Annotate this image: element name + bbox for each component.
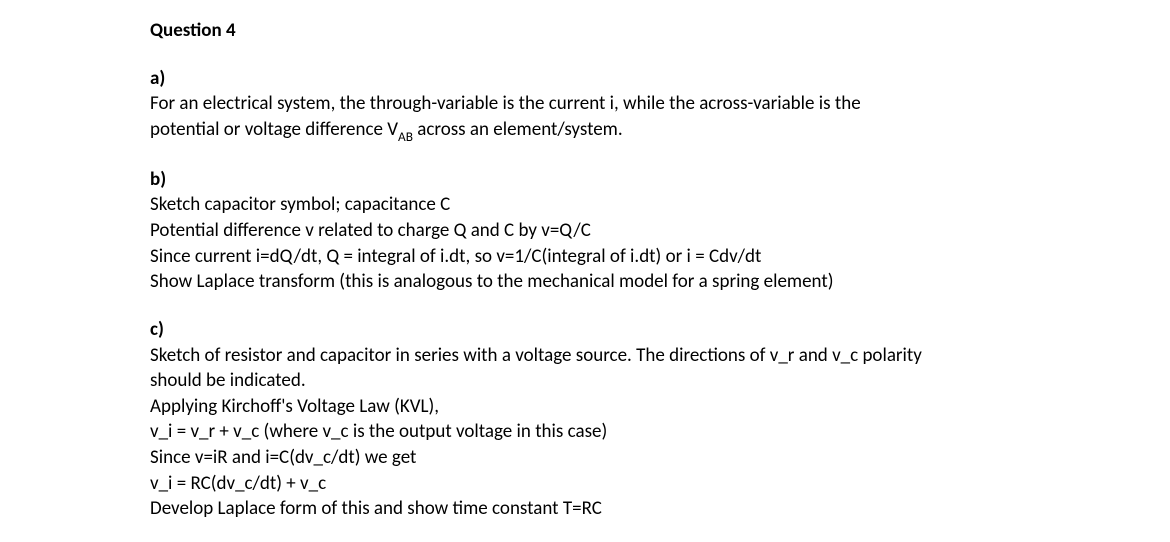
section-b-label: b) — [150, 167, 1020, 193]
section-c-line-1: should be indicated. — [150, 368, 1020, 394]
section-b-line-3: Show Laplace transform (this is analogou… — [150, 269, 1020, 295]
section-b: b) Sketch capacitor symbol; capacitance … — [150, 167, 1020, 295]
section-b-line-0: Sketch capacitor symbol; capacitance C — [150, 192, 1020, 218]
section-c-line-2: Applying Kirchoff's Voltage Law (KVL), — [150, 394, 1020, 420]
section-c-label: c) — [150, 317, 1020, 343]
question-title: Question 4 — [150, 18, 1020, 44]
section-c: c) Sketch of resistor and capacitor in s… — [150, 317, 1020, 522]
section-c-line-3: v_i = v_r + v_c (where v_c is the output… — [150, 419, 1020, 445]
section-c-line-6: Develop Laplace form of this and show ti… — [150, 496, 1020, 522]
section-a-label: a) — [150, 66, 1020, 92]
section-c-line-4: Since v=iR and i=C(dv_c/dt) we get — [150, 445, 1020, 471]
section-a-line-1: potential or voltage difference VAB acro… — [150, 117, 1020, 145]
section-b-line-2: Since current i=dQ/dt, Q = integral of i… — [150, 244, 1020, 270]
section-c-line-0: Sketch of resistor and capacitor in seri… — [150, 343, 1020, 369]
section-c-line-5: v_i = RC(dv_c/dt) + v_c — [150, 471, 1020, 497]
section-a: a) For an electrical system, the through… — [150, 66, 1020, 145]
section-a-line-0: For an electrical system, the through-va… — [150, 91, 1020, 117]
section-b-line-1: Potential difference v related to charge… — [150, 218, 1020, 244]
